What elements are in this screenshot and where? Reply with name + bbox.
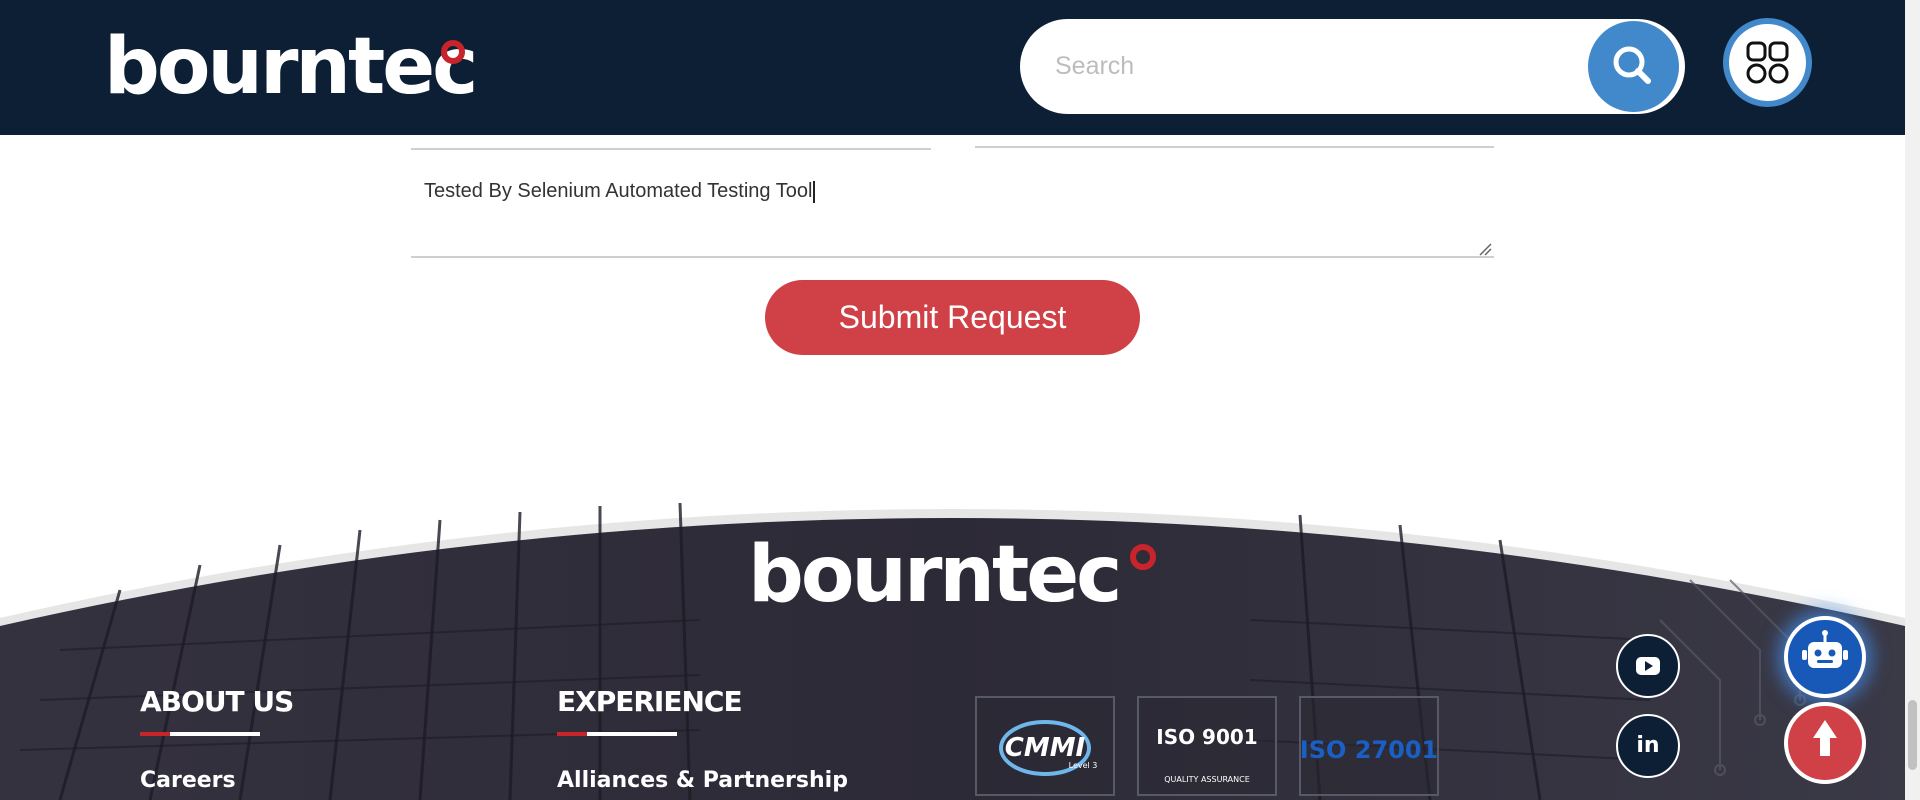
chatbot-button[interactable] <box>1784 616 1866 698</box>
svg-text:QUALITY ASSURANCE: QUALITY ASSURANCE <box>1164 775 1250 784</box>
footer-column-title-about: ABOUT US <box>140 685 294 718</box>
iso-27001-certification-badge: ISO 27001 <box>1299 696 1439 796</box>
search-bar <box>1020 19 1685 114</box>
youtube-link[interactable] <box>1616 634 1680 698</box>
cmmi-certification-badge: CMMI Level 3 <box>975 696 1115 796</box>
svg-text:CMMI: CMMI <box>1005 733 1086 763</box>
cmmi-logo-icon: CMMI Level 3 <box>999 720 1098 776</box>
text-caret <box>813 180 816 203</box>
search-icon <box>1613 46 1651 84</box>
footer-logo-dot-icon <box>1130 544 1156 570</box>
footer-link-careers[interactable]: Careers <box>140 768 236 793</box>
brand-logo[interactable]: bourntec <box>104 22 478 112</box>
search-input[interactable] <box>1055 43 1575 89</box>
svg-text:ISO 9001: ISO 9001 <box>1156 725 1257 749</box>
linkedin-link[interactable]: in <box>1616 714 1680 778</box>
iso-9001-logo-icon: ISO 9001 QUALITY ASSURANCE <box>1156 725 1257 784</box>
resize-grip-icon[interactable] <box>1478 242 1492 256</box>
robot-icon <box>1802 630 1848 668</box>
svg-text:Level 3: Level 3 <box>1069 761 1098 770</box>
footer-column-title-experience: EXPERIENCE <box>557 685 743 718</box>
page-scrollbar[interactable] <box>1905 0 1920 800</box>
search-button[interactable] <box>1588 21 1679 112</box>
youtube-icon <box>1636 657 1660 675</box>
footer-link-alliances[interactable]: Alliances & Partnership <box>557 768 848 793</box>
form-field-underline <box>975 146 1494 148</box>
column-underline <box>557 732 677 736</box>
message-text: Tested By Selenium Automated Testing Too… <box>424 180 816 203</box>
form-field-underline <box>411 148 931 150</box>
back-to-top-button[interactable] <box>1784 702 1866 784</box>
footer-brand-logo[interactable]: bourntec <box>748 530 1122 620</box>
apps-menu-button[interactable] <box>1723 18 1812 107</box>
svg-text:ISO 27001: ISO 27001 <box>1301 736 1437 764</box>
linkedin-icon: in <box>1636 733 1660 758</box>
submit-request-button[interactable]: Submit Request <box>765 280 1140 355</box>
iso-27001-logo-icon: ISO 27001 <box>1300 736 1438 764</box>
logo-dot-icon <box>441 40 465 64</box>
site-header: bourntec <box>0 0 1905 135</box>
column-underline <box>140 732 260 736</box>
scrollbar-thumb[interactable] <box>1908 700 1917 770</box>
page: bourntec Tested By Selenium Automated Te… <box>0 0 1920 800</box>
apps-grid-icon <box>1746 41 1789 84</box>
arrow-up-icon <box>1813 720 1837 756</box>
iso-9001-certification-badge: ISO 9001 QUALITY ASSURANCE <box>1137 696 1277 796</box>
